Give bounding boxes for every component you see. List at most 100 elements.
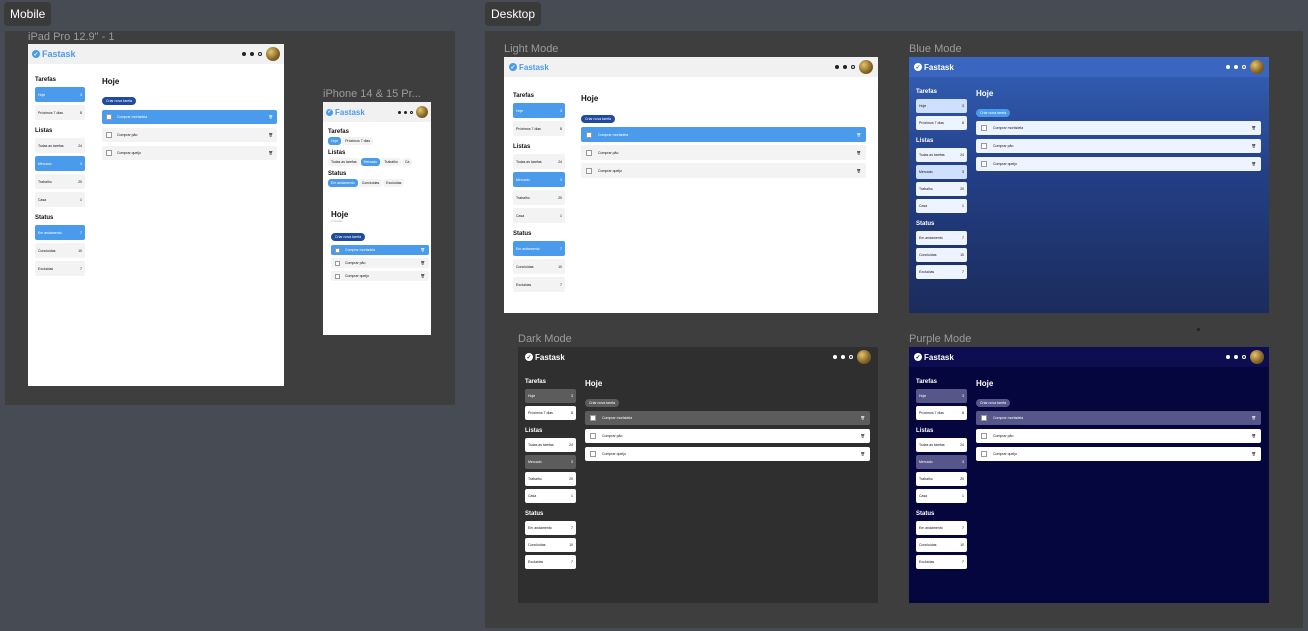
moon-icon[interactable] bbox=[833, 355, 837, 359]
task-item[interactable]: Comprar queijo 🗑 bbox=[102, 146, 277, 160]
sidebar-item-excluidas[interactable]: Excluídas 7 bbox=[513, 277, 565, 292]
task-checkbox[interactable] bbox=[106, 132, 112, 138]
desktop-section-tag[interactable]: Desktop bbox=[485, 2, 542, 26]
task-checkbox[interactable] bbox=[335, 247, 340, 253]
sidebar-item-concluidas[interactable]: Concluídas 10 bbox=[513, 259, 565, 274]
sidebar-item-todas[interactable]: Todas as tarefas 24 bbox=[513, 154, 565, 169]
task-item[interactable]: Comprar queijo 🗑 bbox=[585, 447, 870, 461]
sidebar-item-concluidas[interactable]: Concluídas 10 bbox=[916, 248, 967, 262]
sidebar-item-concluidas[interactable]: Concluídas 10 bbox=[525, 538, 576, 552]
sidebar-item-trabalho[interactable]: Trabalho 20 bbox=[916, 182, 967, 196]
task-item[interactable]: Comprar morfadela 🗑 bbox=[585, 411, 870, 425]
app-logo[interactable]: ✓ Fastask bbox=[914, 63, 954, 72]
sidebar-item-hoje[interactable]: Hoje 3 bbox=[513, 103, 565, 118]
chip-proximos[interactable]: Próximos 7 dias bbox=[342, 137, 374, 145]
sidebar-item-trabalho[interactable]: Trabalho 20 bbox=[525, 472, 576, 486]
sidebar-item-em-andamento[interactable]: Em andamento 7 bbox=[525, 521, 576, 535]
avatar[interactable] bbox=[1250, 350, 1264, 364]
gear-icon[interactable] bbox=[1242, 65, 1246, 69]
trash-icon[interactable]: 🗑 bbox=[1252, 144, 1256, 148]
trash-icon[interactable]: 🗑 bbox=[1252, 126, 1256, 130]
task-checkbox[interactable] bbox=[981, 125, 987, 131]
task-checkbox[interactable] bbox=[590, 451, 596, 457]
sidebar-item-em-andamento[interactable]: Em andamento 7 bbox=[916, 231, 967, 245]
task-item[interactable]: Comprar pão 🗑 bbox=[102, 128, 277, 142]
task-item[interactable]: Comprar queijo 🗑 bbox=[976, 447, 1261, 461]
chip-todas[interactable]: Todas as tarefas bbox=[328, 158, 360, 166]
task-item[interactable]: Comprar pão 🗑 bbox=[581, 145, 866, 160]
sidebar-item-excluidas[interactable]: Excluídas 7 bbox=[916, 555, 967, 569]
task-item[interactable]: Comprar queijo 🗑 bbox=[976, 157, 1261, 171]
task-item[interactable]: Comprar morfadela 🗑 bbox=[102, 110, 277, 124]
gear-icon[interactable] bbox=[410, 110, 413, 114]
trash-icon[interactable]: 🗑 bbox=[1252, 452, 1256, 456]
trash-icon[interactable]: 🗑 bbox=[269, 151, 273, 155]
sidebar-item-hoje[interactable]: Hoje 3 bbox=[35, 87, 85, 102]
app-logo[interactable]: ✓ Fastask bbox=[326, 108, 365, 117]
moon-icon[interactable] bbox=[398, 110, 401, 114]
task-checkbox[interactable] bbox=[586, 167, 592, 174]
sidebar-item-mercado[interactable]: Mercado 3 bbox=[35, 156, 85, 171]
create-task-button[interactable]: Criar nova tarefa bbox=[976, 109, 1011, 117]
task-checkbox[interactable] bbox=[981, 143, 987, 149]
task-item[interactable]: Comprar pão 🗑 bbox=[976, 429, 1261, 443]
trash-icon[interactable]: 🗑 bbox=[857, 133, 861, 137]
moon-icon[interactable] bbox=[835, 65, 839, 69]
chip-hoje[interactable]: Hoje bbox=[328, 137, 342, 145]
sidebar-item-casa[interactable]: Casa 1 bbox=[35, 192, 85, 207]
task-checkbox[interactable] bbox=[981, 161, 987, 167]
create-task-button[interactable]: Criar nova tarefa bbox=[102, 97, 137, 105]
task-item[interactable]: Comprar morfadela 🗑 bbox=[581, 127, 866, 142]
task-checkbox[interactable] bbox=[586, 131, 592, 138]
moon-icon[interactable] bbox=[1226, 65, 1230, 69]
moon-icon[interactable] bbox=[242, 52, 246, 56]
sidebar-item-concluidas[interactable]: Concluídas 10 bbox=[916, 538, 967, 552]
create-task-button[interactable]: Criar nova tarefa bbox=[581, 115, 616, 123]
avatar[interactable] bbox=[1250, 60, 1264, 74]
bell-icon[interactable] bbox=[250, 52, 254, 56]
app-logo[interactable]: ✓ Fastask bbox=[32, 49, 76, 59]
task-item[interactable]: Comprar queijo 🗑 bbox=[581, 163, 866, 178]
bell-icon[interactable] bbox=[843, 65, 847, 69]
sidebar-item-casa[interactable]: Casa 1 bbox=[525, 489, 576, 503]
bell-icon[interactable] bbox=[1234, 65, 1238, 69]
chip-mercado[interactable]: Mercado bbox=[360, 158, 381, 166]
trash-icon[interactable]: 🗑 bbox=[861, 416, 865, 420]
trash-icon[interactable]: 🗑 bbox=[861, 452, 865, 456]
task-checkbox[interactable] bbox=[335, 260, 340, 266]
sidebar-item-mercado[interactable]: Mercado 3 bbox=[916, 165, 967, 179]
task-item[interactable]: Comprar pão 🗑 bbox=[331, 258, 429, 268]
avatar[interactable] bbox=[859, 60, 873, 74]
create-task-button[interactable]: Criar nova tarefa bbox=[331, 233, 366, 241]
trash-icon[interactable]: 🗑 bbox=[269, 115, 273, 119]
gear-icon[interactable] bbox=[1242, 355, 1246, 359]
chip-trabalho[interactable]: Trabalho bbox=[381, 158, 401, 166]
trash-icon[interactable]: 🗑 bbox=[1252, 416, 1256, 420]
task-checkbox[interactable] bbox=[981, 415, 987, 421]
bell-icon[interactable] bbox=[404, 110, 407, 114]
gear-icon[interactable] bbox=[851, 65, 855, 69]
task-item[interactable]: Comprar pão 🗑 bbox=[976, 139, 1261, 153]
trash-icon[interactable]: 🗑 bbox=[421, 274, 425, 278]
task-checkbox[interactable] bbox=[981, 451, 987, 457]
moon-icon[interactable] bbox=[1226, 355, 1230, 359]
sidebar-item-excluidas[interactable]: Excluídas 7 bbox=[35, 261, 85, 276]
avatar[interactable] bbox=[857, 350, 871, 364]
task-item[interactable]: Comprar morfadela 🗑 bbox=[976, 121, 1261, 135]
sidebar-item-hoje[interactable]: Hoje 3 bbox=[916, 389, 967, 403]
chip-concluidas[interactable]: Concluídas bbox=[358, 179, 383, 187]
mobile-section-tag[interactable]: Mobile bbox=[4, 2, 52, 26]
sidebar-item-hoje[interactable]: Hoje 3 bbox=[525, 389, 576, 403]
trash-icon[interactable]: 🗑 bbox=[421, 248, 425, 252]
sidebar-item-proximos[interactable]: Próximos 7 dias 8 bbox=[916, 406, 967, 420]
gear-icon[interactable] bbox=[258, 52, 262, 56]
sidebar-item-em-andamento[interactable]: Em andamento 7 bbox=[35, 225, 85, 240]
sidebar-item-proximos[interactable]: Próximos 7 dias 8 bbox=[35, 105, 85, 120]
sidebar-item-proximos[interactable]: Próximos 7 dias 8 bbox=[916, 116, 967, 130]
sidebar-item-trabalho[interactable]: Trabalho 20 bbox=[513, 190, 565, 205]
sidebar-item-casa[interactable]: Casa 1 bbox=[916, 489, 967, 503]
sidebar-item-em-andamento[interactable]: Em andamento 7 bbox=[916, 521, 967, 535]
create-task-button[interactable]: Criar nova tarefa bbox=[585, 399, 620, 407]
task-checkbox[interactable] bbox=[586, 149, 592, 156]
sidebar-item-todas[interactable]: Todas as tarefas 24 bbox=[916, 438, 967, 452]
